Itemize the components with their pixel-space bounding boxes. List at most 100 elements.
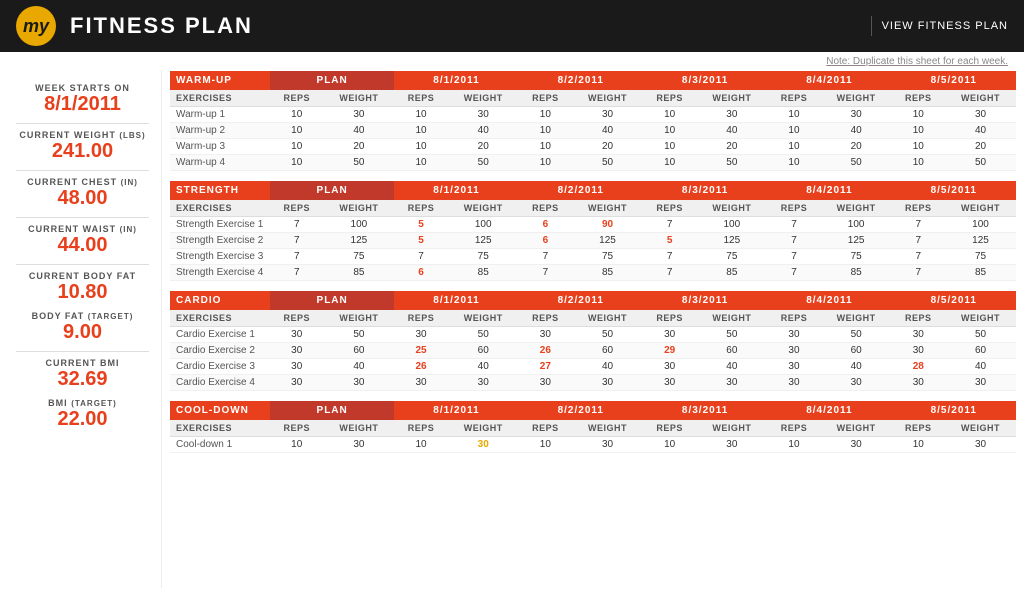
reps-cell: 28 <box>892 359 945 375</box>
weight-cell: 40 <box>448 359 519 375</box>
weight-cell: 20 <box>572 139 643 155</box>
weight-cell: 60 <box>323 343 394 359</box>
section-header-reps-3-5: 8/5/2011 <box>892 401 1016 420</box>
reps-cell: 30 <box>270 343 323 359</box>
weight-cell: 125 <box>448 233 519 249</box>
section-warm-up: WARM-UPPLAN8/1/20118/2/20118/3/20118/4/2… <box>170 71 1016 171</box>
reps-cell: 30 <box>892 343 945 359</box>
reps-cell: 10 <box>519 123 572 139</box>
reps-cell: 10 <box>519 155 572 171</box>
reps-cell: 10 <box>767 123 820 139</box>
weight-cell: 125 <box>572 233 643 249</box>
weight-cell: 50 <box>572 155 643 171</box>
weight-cell: 60 <box>448 343 519 359</box>
section-name-0: WARM-UP <box>170 71 270 90</box>
reps-cell: 7 <box>643 265 696 281</box>
exercise-name-cell: Cardio Exercise 4 <box>170 375 270 391</box>
section-header-reps-1-1: 8/1/2011 <box>394 181 518 200</box>
col-reps-4: REPS <box>767 90 820 107</box>
col-weight-3: WEIGHT <box>696 90 767 107</box>
weight-cell: 30 <box>821 107 892 123</box>
weight-cell: 30 <box>572 437 643 453</box>
weight-cell: 50 <box>448 327 519 343</box>
waist-item: CURRENT WAIST (IN) 44.00 <box>16 224 149 256</box>
header: my FITNESS PLAN VIEW FITNESS PLAN <box>0 0 1024 52</box>
reps-cell: 6 <box>394 265 447 281</box>
reps-cell: 10 <box>270 123 323 139</box>
weight-cell: 30 <box>448 375 519 391</box>
week-starts-label: WEEK STARTS ON <box>16 83 149 93</box>
weight-cell: 100 <box>821 217 892 233</box>
col-reps-3: REPS <box>643 310 696 327</box>
view-fitness-plan-button[interactable]: VIEW FITNESS PLAN <box>882 20 1008 32</box>
section-cool-down: COOL-DOWNPLAN8/1/20118/2/20118/3/20118/4… <box>170 401 1016 453</box>
reps-cell: 10 <box>643 155 696 171</box>
section-header-reps-1-2: 8/2/2011 <box>519 181 643 200</box>
reps-cell: 30 <box>892 375 945 391</box>
section-header-reps-3-1: 8/1/2011 <box>394 401 518 420</box>
weight-cell: 30 <box>572 375 643 391</box>
weight-item: CURRENT WEIGHT (LBS) 241.00 <box>16 130 149 162</box>
weight-cell: 40 <box>323 123 394 139</box>
col-reps-0: REPS <box>270 420 323 437</box>
reps-cell: 30 <box>643 359 696 375</box>
main-content: WEEK STARTS ON 8/1/2011 CURRENT WEIGHT (… <box>0 71 1024 588</box>
reps-cell: 10 <box>394 123 447 139</box>
section-header-reps-1-3: 8/3/2011 <box>643 181 767 200</box>
table-row: Warm-up 3102010201020102010201020 <box>170 139 1016 155</box>
reps-cell: 7 <box>892 249 945 265</box>
weight-cell: 40 <box>572 123 643 139</box>
weight-cell: 40 <box>448 123 519 139</box>
section-cardio: CARDIOPLAN8/1/20118/2/20118/3/20118/4/20… <box>170 291 1016 391</box>
col-weight-0: WEIGHT <box>323 310 394 327</box>
section-strength: STRENGTHPLAN8/1/20118/2/20118/3/20118/4/… <box>170 181 1016 281</box>
week-starts-item: WEEK STARTS ON 8/1/2011 <box>16 83 149 115</box>
weight-cell: 60 <box>572 343 643 359</box>
weight-cell: 20 <box>696 139 767 155</box>
reps-cell: 10 <box>767 437 820 453</box>
col-reps-4: REPS <box>767 200 820 217</box>
weight-cell: 85 <box>323 265 394 281</box>
weight-cell: 60 <box>821 343 892 359</box>
reps-cell: 30 <box>643 327 696 343</box>
weight-cell: 30 <box>572 107 643 123</box>
col-reps-1: REPS <box>394 420 447 437</box>
weight-cell: 40 <box>696 359 767 375</box>
section-header-reps-2-0: PLAN <box>270 291 394 310</box>
reps-cell: 10 <box>394 155 447 171</box>
col-weight-1: WEIGHT <box>448 420 519 437</box>
reps-cell: 7 <box>270 233 323 249</box>
col-exercises: EXERCISES <box>170 310 270 327</box>
section-header-reps-2-2: 8/2/2011 <box>519 291 643 310</box>
weight-cell: 50 <box>696 155 767 171</box>
weight-cell: 20 <box>945 139 1016 155</box>
reps-cell: 10 <box>892 155 945 171</box>
col-weight-0: WEIGHT <box>323 200 394 217</box>
weight-cell: 40 <box>945 123 1016 139</box>
table-row: Warm-up 2104010401040104010401040 <box>170 123 1016 139</box>
weight-cell: 30 <box>323 107 394 123</box>
weight-cell: 50 <box>323 155 394 171</box>
weight-cell: 125 <box>945 233 1016 249</box>
bodyfat-target-value: 9.00 <box>16 321 149 343</box>
reps-cell: 10 <box>892 123 945 139</box>
week-starts-value: 8/1/2011 <box>16 93 149 115</box>
col-reps-1: REPS <box>394 310 447 327</box>
section-header-reps-2-1: 8/1/2011 <box>394 291 518 310</box>
weight-cell: 30 <box>448 437 519 453</box>
reps-cell: 10 <box>519 107 572 123</box>
note-bar: Note: Duplicate this sheet for each week… <box>0 52 1024 71</box>
col-reps-3: REPS <box>643 420 696 437</box>
reps-cell: 6 <box>519 233 572 249</box>
col-weight-3: WEIGHT <box>696 420 767 437</box>
weight-cell: 50 <box>821 327 892 343</box>
reps-cell: 10 <box>394 107 447 123</box>
weight-value: 241.00 <box>16 140 149 162</box>
reps-cell: 7 <box>767 217 820 233</box>
reps-cell: 30 <box>519 375 572 391</box>
note-text: Note: Duplicate this sheet for each week… <box>826 56 1008 67</box>
weight-cell: 40 <box>945 359 1016 375</box>
reps-cell: 10 <box>892 139 945 155</box>
reps-cell: 10 <box>643 107 696 123</box>
reps-cell: 10 <box>643 123 696 139</box>
